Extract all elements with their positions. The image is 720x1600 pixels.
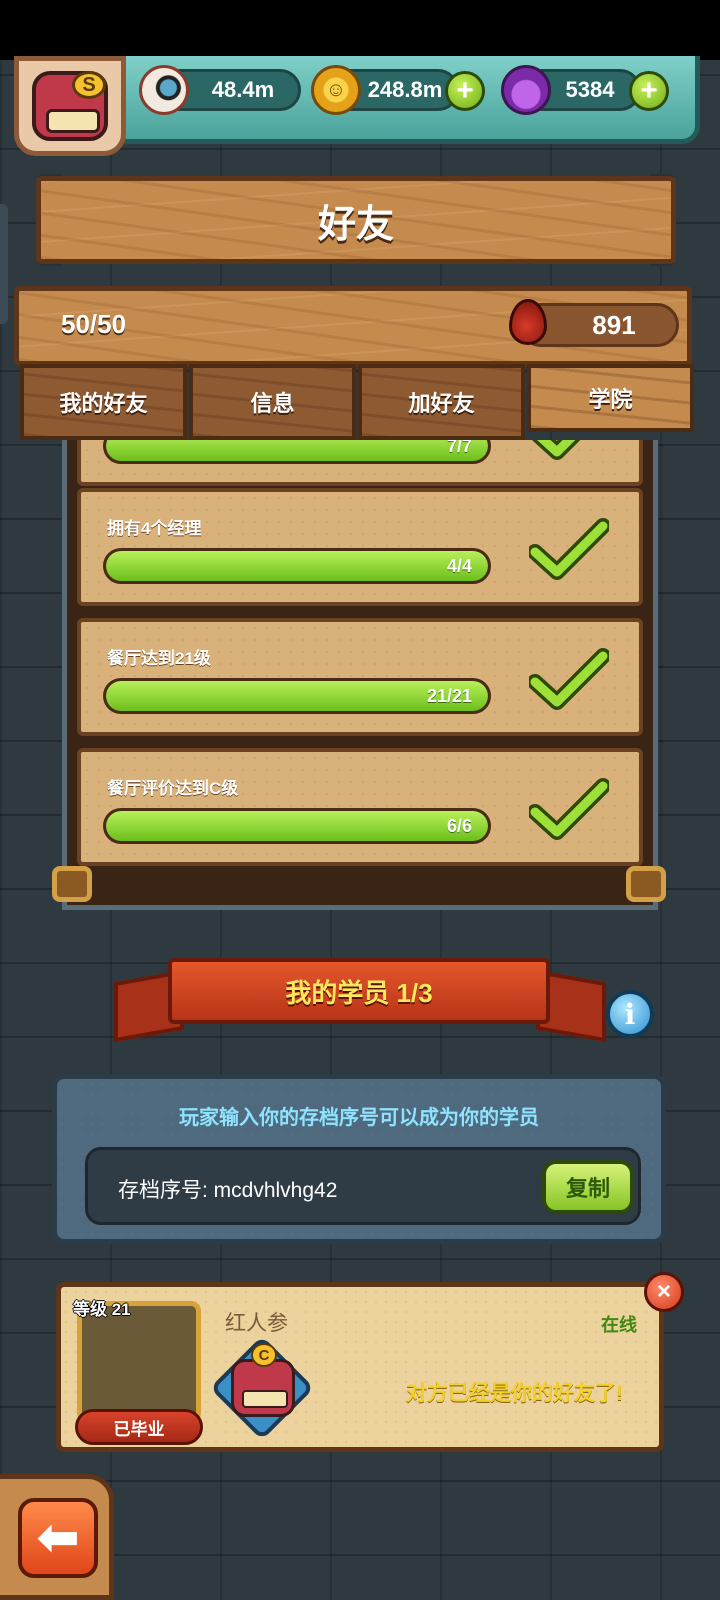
blood-value: 891 [592,309,636,340]
plus-icon: + [640,74,658,107]
task-title: 拥有4个经理 [107,519,202,538]
tab-academy[interactable]: 学院 [527,364,694,432]
resource-bar: 48.4m 248.8m ☺ + 5384 + [110,56,700,144]
friend-status-message: 对方已经是你的好友了! [406,1382,623,1405]
save-code-panel: 玩家输入你的存档序号可以成为你的学员 存档序号: mcdvhlvhg42 复制 [52,1074,666,1244]
remove-student-button[interactable]: × [644,1272,684,1312]
progress-fill [106,440,488,461]
graduated-label: 已毕业 [113,1419,165,1439]
info-icon: i [624,997,636,1031]
task-item: 拥有4个经理 4/4 [77,488,643,606]
tab-label: 学院 [588,387,633,412]
plus-icon: + [456,74,474,107]
progress-text: 7/7 [446,440,472,456]
potions-value: 5384 [565,77,615,102]
tab-my-friends[interactable]: 我的好友 [20,364,187,440]
task-item: 7/7 [77,440,643,486]
eyeball-icon [139,65,189,115]
back-button[interactable]: ⬅ [18,1498,98,1578]
add-coins-button[interactable]: + [445,71,485,111]
coin-icon: ☺ [311,65,361,115]
students-banner-text: 我的学员 1/3 [285,977,433,1008]
friend-count: 50/50 [61,309,127,339]
student-name: 红人参 [225,1312,288,1335]
student-level: 等级 21 [73,1300,131,1319]
eyes-value: 48.4m [211,77,275,102]
graduated-badge: 已毕业 [75,1409,203,1445]
copy-button[interactable]: 复制 [542,1160,634,1214]
copy-button-label: 复制 [565,1176,610,1201]
arrow-left-icon: ⬅ [36,1509,80,1567]
monster-face-icon [231,1359,295,1417]
player-avatar[interactable]: S [14,56,126,156]
status-bar [0,0,720,60]
side-drawer-handle[interactable] [0,204,8,324]
progress-bar: 7/7 [103,440,491,464]
add-potions-button[interactable]: + [629,71,669,111]
task-title: 餐厅评价达到C级 [107,779,239,798]
corner-decoration [626,866,666,902]
page-title: 好友 [36,176,676,264]
info-button[interactable]: i [606,990,654,1038]
task-title: 餐厅达到21级 [107,649,211,668]
progress-text: 21/21 [426,686,472,706]
corner-decoration [52,866,92,902]
save-code-field: 存档序号: mcdvhlvhg42 复制 [85,1147,641,1225]
tab-label: 加好友 [408,391,475,416]
monster-face-icon: S [32,71,108,141]
student-card[interactable]: 等级 21 已毕业 红人参 在线 C 对方已经是你的好友了! [56,1282,664,1452]
tab-messages[interactable]: 信息 [189,364,356,440]
page-title-text: 好友 [317,203,394,246]
checkmark-icon [529,518,609,580]
task-item: 餐厅达到21级 21/21 [77,618,643,736]
progress-bar: 4/4 [103,548,491,584]
rank-badge: C [251,1343,277,1367]
tab-label: 我的好友 [59,391,148,416]
save-code-hint: 玩家输入你的存档序号可以成为你的学员 [179,1107,539,1129]
progress-bar: 6/6 [103,808,491,844]
potion-icon [501,65,551,115]
online-status: 在线 [601,1315,637,1335]
tab-label: 信息 [250,391,295,416]
close-icon: × [656,1278,671,1305]
progress-bar: 21/21 [103,678,491,714]
coins-value: 248.8m [367,77,443,102]
checkmark-icon [529,778,609,840]
friends-info-board: 50/50 891 [14,286,692,366]
checkmark-icon [531,440,581,460]
task-item: 餐厅评价达到C级 6/6 [77,748,643,866]
task-list[interactable]: 7/7 拥有4个经理 4/4 餐厅达到21级 21/21 餐厅评价达到C级 6/… [62,440,658,910]
blood-drop-icon [509,299,547,345]
progress-text: 4/4 [446,556,472,576]
progress-fill [106,551,488,581]
checkmark-icon [529,648,609,710]
progress-text: 6/6 [446,816,472,836]
tab-add-friend[interactable]: 加好友 [358,364,525,440]
progress-fill [106,811,488,841]
save-code-label: 存档序号: mcdvhlvhg42 [118,1179,338,1202]
students-banner: 我的学员 1/3 [168,958,550,1024]
tab-bar: 我的好友 信息 加好友 学院 [20,364,696,440]
rank-badge: S [72,71,106,99]
